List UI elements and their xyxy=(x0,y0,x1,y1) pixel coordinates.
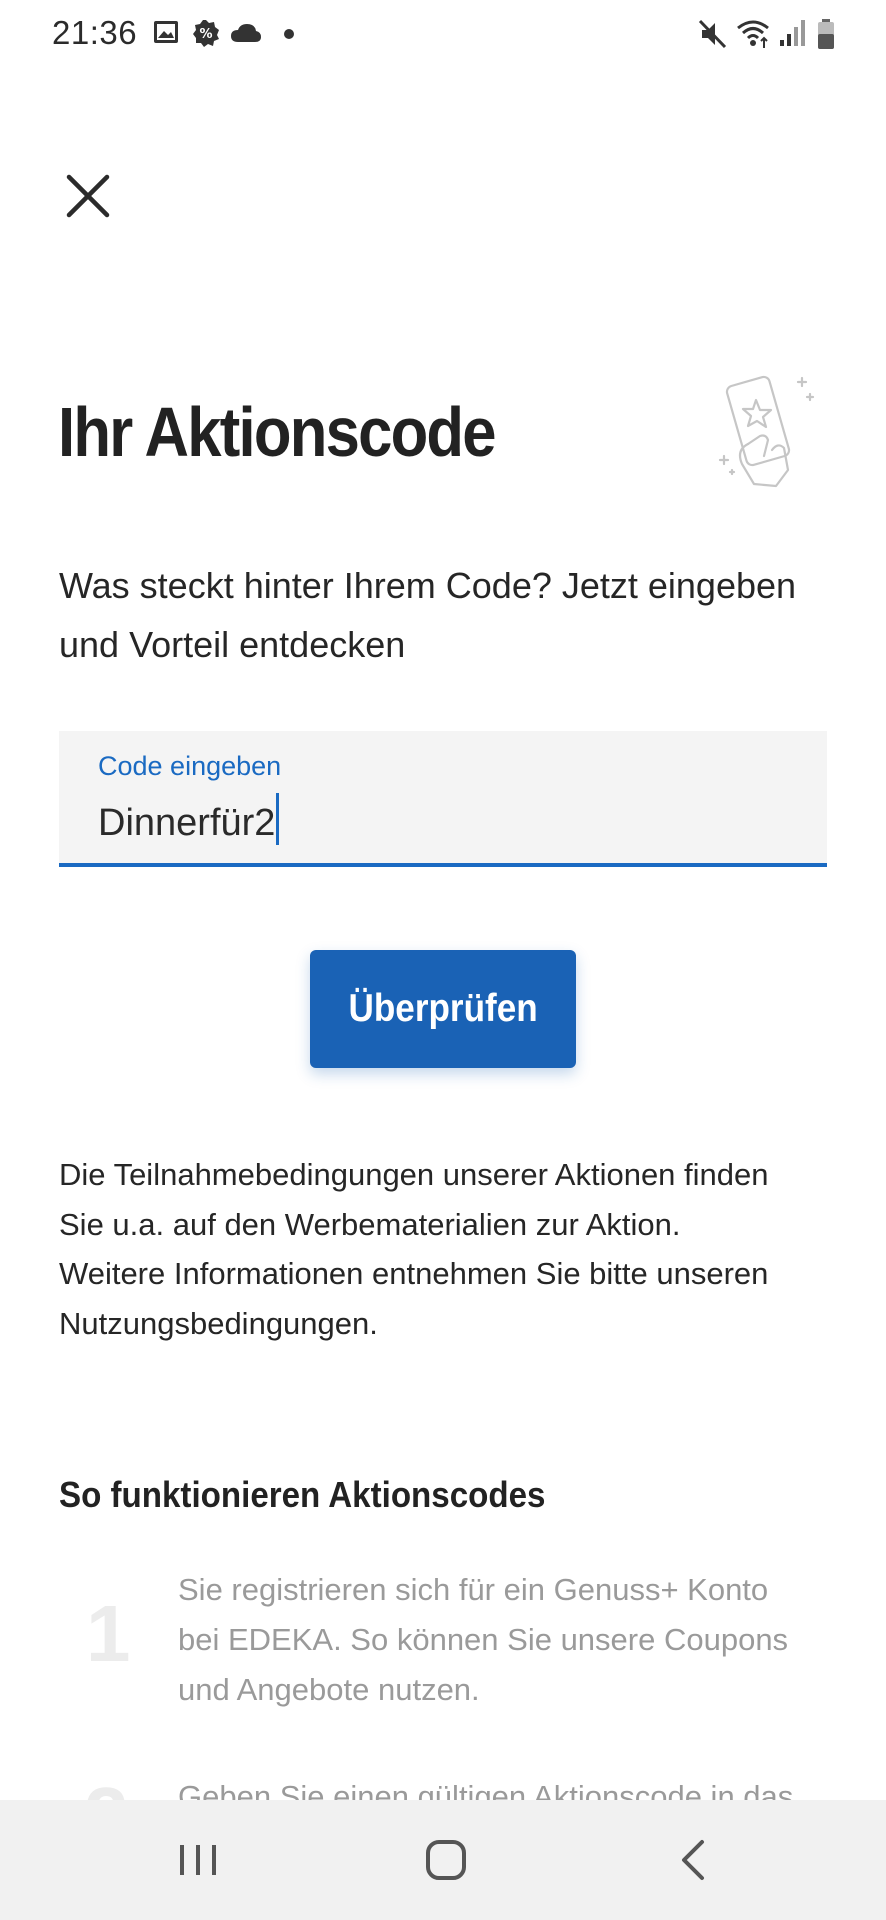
back-icon xyxy=(682,1840,704,1880)
svg-text:%: % xyxy=(199,27,212,42)
mute-icon xyxy=(698,19,727,49)
cloud-icon xyxy=(231,24,261,42)
how-it-works-heading: So funktionieren Aktionscodes xyxy=(59,1474,546,1515)
navigation-bar xyxy=(0,1800,886,1920)
home-button[interactable] xyxy=(416,1830,476,1890)
step-number: 1 xyxy=(86,1589,131,1678)
intro-line: und Vorteil entdecken xyxy=(59,624,406,665)
close-icon xyxy=(66,174,110,218)
step-text: Sie registrieren sich für ein Genuss+ Ko… xyxy=(178,1565,858,1715)
code-input-value[interactable]: Dinnerfür2 xyxy=(98,802,275,844)
phone-star-illustration xyxy=(718,375,815,488)
terms-link-usage-terms[interactable]: Nutzungsbedingungen. xyxy=(59,1299,849,1349)
gallery-icon xyxy=(154,21,178,43)
page-title: Ihr Aktionscode xyxy=(58,393,497,471)
text-caret xyxy=(276,793,280,845)
intro-line: Was steckt hinter Ihrem Code? Jetzt eing… xyxy=(59,565,797,606)
back-button[interactable] xyxy=(664,1830,724,1890)
check-code-button[interactable]: Überprüfen xyxy=(310,950,576,1068)
intro-text: Was steckt hinter Ihrem Code? Jetzt eing… xyxy=(59,556,839,674)
terms-line: Die Teilnahmebedingungen unserer Aktione… xyxy=(59,1157,769,1192)
home-icon xyxy=(426,1840,466,1880)
terms-line: Sie u.a. auf den Werbematerialien zur Ak… xyxy=(59,1206,681,1242)
status-time: 21:36 xyxy=(52,14,138,51)
step-line: Sie registrieren sich für ein Genuss+ Ko… xyxy=(178,1572,769,1607)
code-input-value-wrap[interactable]: Dinnerfür2 xyxy=(98,793,280,845)
code-input-label: Code eingeben xyxy=(98,751,282,781)
dot-icon xyxy=(284,29,294,39)
code-input-field[interactable]: Code eingeben Dinnerfür2 xyxy=(59,731,827,867)
wifi-icon xyxy=(737,20,769,48)
step-line: bei EDEKA. So können Sie unsere Coupons xyxy=(178,1622,789,1657)
terms-text: Die Teilnahmebedingungen unserer Aktione… xyxy=(59,1150,849,1348)
battery-icon xyxy=(818,19,834,49)
signal-icon xyxy=(780,20,805,46)
terms-line: Weitere Informationen entnehmen Sie bitt… xyxy=(59,1256,769,1291)
status-bar: 21:36 % xyxy=(0,0,886,70)
discount-icon: % xyxy=(193,20,219,47)
close-button[interactable] xyxy=(62,170,114,222)
recent-apps-icon xyxy=(180,1845,216,1875)
recent-apps-button[interactable] xyxy=(168,1830,228,1890)
check-code-button-label: Überprüfen xyxy=(348,987,538,1030)
step-line: und Angebote nutzen. xyxy=(178,1672,480,1707)
